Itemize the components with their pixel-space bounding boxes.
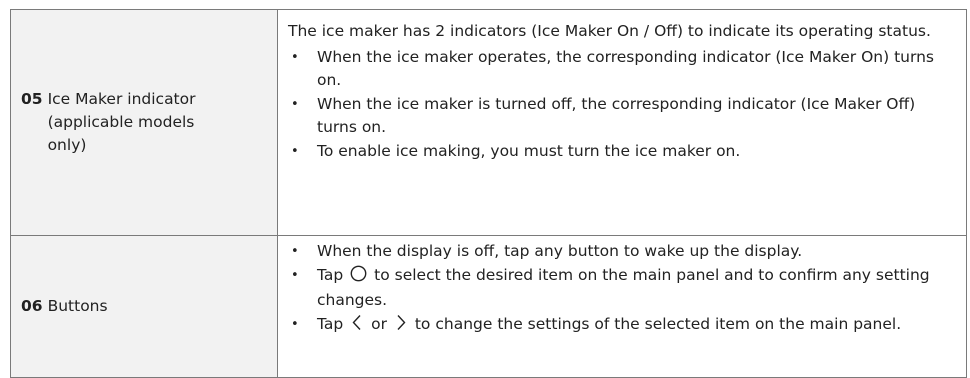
feature-table: 05 Ice Maker indicator (applicable model…: [10, 9, 967, 378]
bullet-text-post: to change the settings of the selected i…: [414, 315, 902, 333]
list-item: • When the display is off, tap any button…: [288, 240, 956, 263]
bullet-icon: •: [291, 97, 299, 112]
bullet-text-pre: Tap: [317, 315, 344, 333]
bullet-text: When the display is off, tap any button …: [317, 242, 803, 260]
chevron-left-icon: [350, 314, 364, 338]
item-number: 05: [21, 90, 43, 108]
list-item: • Tap to select the desired item on the m…: [288, 264, 956, 312]
bullet-text-pre: Tap: [317, 266, 344, 284]
bullet-icon: •: [291, 268, 299, 283]
bullet-icon: •: [291, 50, 299, 65]
item-label: Ice Maker indicator (applicable models o…: [47, 90, 196, 154]
bullet-icon: •: [291, 244, 299, 259]
bullet-text-post: to select the desired item on the main p…: [317, 266, 930, 309]
chevron-right-icon: [394, 314, 408, 338]
label-cell: 05 Ice Maker indicator (applicable model…: [10, 9, 278, 236]
table-row: 05 Ice Maker indicator (applicable model…: [10, 9, 967, 236]
bullet-list: • When the ice maker operates, the corres…: [288, 46, 956, 163]
item-label: Buttons: [47, 297, 108, 315]
list-item: • When the ice maker is turned off, the c…: [288, 93, 956, 139]
table-row: 06 Buttons • When the display is off, tap…: [10, 235, 967, 378]
label-cell: 06 Buttons: [10, 235, 278, 378]
description-cell: • When the display is off, tap any button…: [277, 235, 967, 378]
description-cell: The ice maker has 2 indicators (Ice Make…: [277, 9, 967, 236]
bullet-text: To enable ice making, you must turn the …: [317, 142, 741, 160]
intro-text: The ice maker has 2 indicators (Ice Make…: [288, 22, 931, 40]
item-number: 06: [21, 297, 43, 315]
list-item: • When the ice maker operates, the corres…: [288, 46, 956, 92]
list-item: • Tap or to change the settings of the se…: [288, 313, 956, 338]
bullet-icon: •: [291, 144, 299, 159]
list-item: • To enable ice making, you must turn the…: [288, 140, 956, 163]
bullet-text-mid: or: [371, 315, 387, 333]
bullet-text: When the ice maker operates, the corresp…: [317, 48, 935, 89]
bullet-list: • When the display is off, tap any button…: [288, 240, 956, 338]
bullet-text: When the ice maker is turned off, the co…: [317, 95, 916, 136]
bullet-icon: •: [291, 317, 299, 332]
circle-icon: [350, 265, 367, 289]
